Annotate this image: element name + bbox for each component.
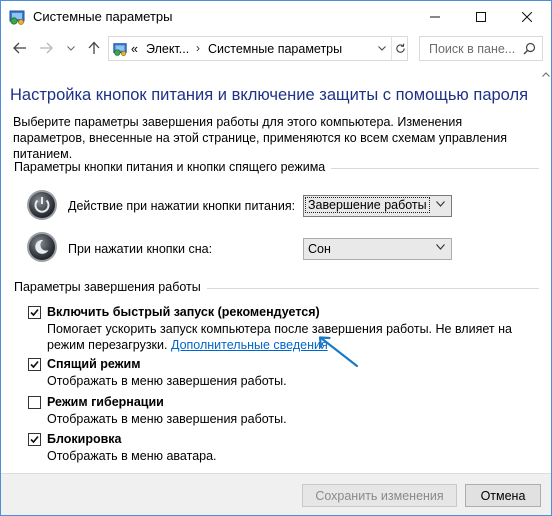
power-button-action-value: Завершение работы <box>305 197 430 213</box>
chevron-down-icon <box>436 201 445 207</box>
hibernate-description: Отображать в меню завершения работы. <box>47 412 287 426</box>
refresh-icon <box>395 43 405 53</box>
section-title: Параметры завершения работы <box>14 280 207 294</box>
fast-startup-checkbox[interactable] <box>28 306 41 319</box>
page-description: Выберите параметры завершения работы для… <box>13 115 507 161</box>
sleep-description: Отображать в меню завершения работы. <box>47 374 287 388</box>
fast-startup-description-line2: режим перезагрузки. Дополнительные сведе… <box>47 337 328 353</box>
maximize-button[interactable] <box>458 1 504 32</box>
breadcrumb-hardware[interactable]: Элект... <box>146 42 189 56</box>
vertical-scrollbar[interactable] <box>541 67 551 473</box>
scroll-up-icon[interactable] <box>542 72 550 77</box>
search-input[interactable]: Поиск в пане... <box>429 42 515 56</box>
page-heading: Настройка кнопок питания и включение защ… <box>10 86 529 104</box>
power-button-action-select[interactable]: Завершение работы <box>303 195 452 217</box>
control-panel-icon <box>9 10 25 25</box>
footer-bar: Сохранить изменения Отмена <box>1 473 551 515</box>
sleep-label[interactable]: Спящий режим <box>47 357 140 371</box>
close-button[interactable] <box>504 1 550 32</box>
recent-locations-chevron-icon[interactable] <box>67 46 75 51</box>
lock-description: Отображать в меню аватара. <box>47 449 217 463</box>
checkmark-icon <box>30 308 39 317</box>
section-title: Параметры кнопки питания и кнопки спящег… <box>14 160 332 174</box>
forward-arrow-icon[interactable] <box>39 42 53 54</box>
breadcrumb-power-options[interactable]: Системные параметры <box>208 42 342 56</box>
checkmark-icon <box>30 435 39 444</box>
power-buttons-section: Параметры кнопки питания и кнопки спящег… <box>14 160 539 174</box>
up-arrow-icon[interactable] <box>88 41 100 55</box>
chevron-down-icon <box>436 244 445 250</box>
sleep-button-action-label: При нажатии кнопки сна: <box>68 242 213 256</box>
chevron-down-icon <box>378 46 386 51</box>
hibernate-label[interactable]: Режим гибернации <box>47 395 164 409</box>
fast-startup-description: Помогает ускорить запуск компьютера посл… <box>47 322 512 336</box>
back-arrow-icon[interactable] <box>13 42 27 54</box>
sleep-checkbox[interactable] <box>28 358 41 371</box>
cancel-button[interactable]: Отмена <box>465 484 541 507</box>
close-icon <box>522 11 532 22</box>
breadcrumb-separator[interactable]: › <box>196 41 200 55</box>
hibernate-checkbox[interactable] <box>28 396 41 409</box>
sleep-button-icon <box>27 232 57 262</box>
more-info-link[interactable]: Дополнительные сведения <box>171 338 328 352</box>
search-box[interactable]: Поиск в пане... <box>419 36 543 61</box>
address-dropdown-button[interactable] <box>374 37 390 60</box>
control-panel-icon <box>113 43 127 57</box>
sleep-button-action-select[interactable]: Сон <box>303 238 452 260</box>
address-bar[interactable]: « Элект... › Системные параметры <box>108 36 408 61</box>
window: Системные параметры « Элект... › Системн… <box>0 0 552 516</box>
search-icon[interactable] <box>523 42 536 55</box>
power-button-action-label: Действие при нажатии кнопки питания: <box>68 199 296 213</box>
maximize-icon <box>476 11 486 22</box>
overflow-chevrons[interactable]: « <box>131 42 138 56</box>
power-button-icon <box>27 190 57 220</box>
window-title: Системные параметры <box>33 9 173 24</box>
lock-label[interactable]: Блокировка <box>47 432 122 446</box>
fast-startup-description-text: режим перезагрузки. <box>47 338 171 352</box>
annotation-arrow-icon <box>318 336 359 368</box>
sleep-button-action-value: Сон <box>308 242 331 256</box>
fast-startup-label[interactable]: Включить быстрый запуск (рекомендуется) <box>47 305 320 319</box>
refresh-button[interactable] <box>391 37 408 60</box>
lock-checkbox[interactable] <box>28 433 41 446</box>
minimize-button[interactable] <box>412 1 458 32</box>
title-bar: Системные параметры <box>1 1 551 32</box>
shutdown-settings-section: Параметры завершения работы <box>14 280 539 294</box>
save-changes-button[interactable]: Сохранить изменения <box>302 484 457 507</box>
minimize-icon <box>430 16 440 17</box>
checkmark-icon <box>30 360 39 369</box>
navigation-bar: « Элект... › Системные параметры Поиск в… <box>1 32 551 66</box>
